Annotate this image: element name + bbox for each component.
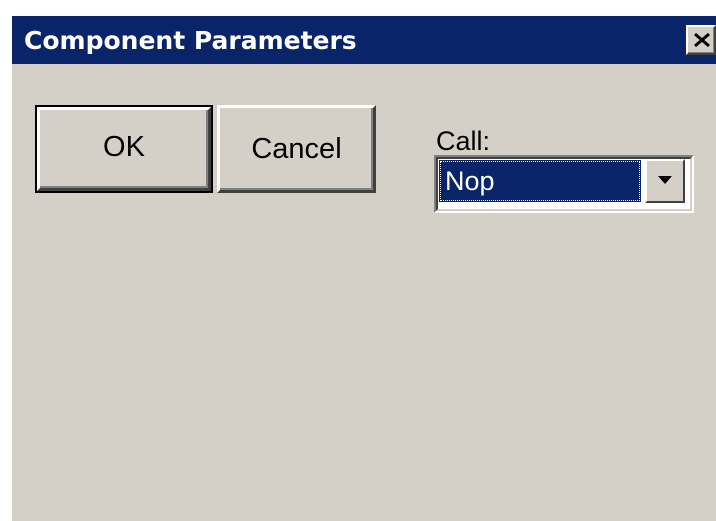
ok-button-label: OK	[103, 131, 145, 163]
chevron-down-icon	[658, 176, 672, 184]
call-dropdown[interactable]: Nop	[434, 155, 694, 213]
close-icon	[694, 32, 710, 48]
close-button[interactable]	[686, 25, 716, 55]
ok-button[interactable]: OK	[35, 105, 213, 193]
cancel-button[interactable]: Cancel	[217, 105, 376, 193]
call-dropdown-value[interactable]: Nop	[439, 160, 641, 202]
call-label: Call:	[436, 126, 491, 156]
cancel-button-label: Cancel	[251, 133, 342, 165]
title-bar[interactable]: Component Parameters	[12, 16, 716, 64]
dropdown-arrow-button[interactable]	[645, 159, 685, 203]
dialog-window: Component Parameters OK Cancel Call: Nop	[10, 14, 716, 521]
window-title: Component Parameters	[24, 26, 357, 55]
